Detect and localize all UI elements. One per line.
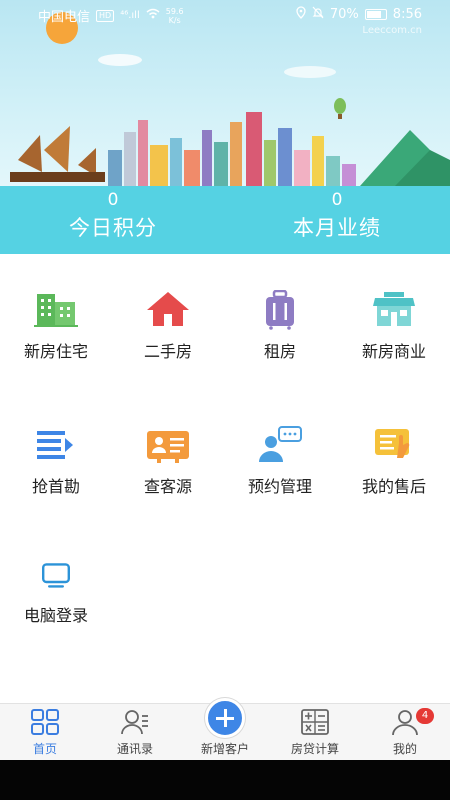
menu-label: 电脑登录 bbox=[23, 606, 88, 625]
signal-icon: ⁴⁶.ıll bbox=[120, 10, 140, 21]
tab-label: 房贷计算 bbox=[290, 742, 339, 756]
month-performance-stat[interactable]: 0 本月业绩 bbox=[257, 189, 417, 242]
menu-first-survey[interactable]: 抢首勘 bbox=[0, 425, 112, 497]
menu-customer-source[interactable]: 查客源 bbox=[112, 425, 224, 497]
suitcase-icon bbox=[266, 290, 294, 330]
menu-pc-login[interactable]: 电脑登录 bbox=[0, 562, 112, 626]
menu-new-house-commercial[interactable]: 新房商业 bbox=[338, 290, 450, 362]
today-points-label: 今日积分 bbox=[69, 216, 157, 240]
clock-time: 8:56 bbox=[392, 7, 422, 22]
tab-label: 新增客户 bbox=[200, 742, 249, 756]
wifi-icon bbox=[146, 8, 160, 23]
header-banner: 0 今日积分 0 本月业绩 bbox=[0, 0, 450, 254]
tab-mortgage-calculator[interactable]: 房贷计算 bbox=[270, 704, 360, 761]
speed-value: 59.6 bbox=[165, 6, 184, 16]
carrier-name: 中国电信 bbox=[38, 10, 91, 25]
menu-rent[interactable]: 租房 bbox=[224, 290, 336, 362]
tab-label: 首页 bbox=[32, 742, 57, 756]
status-bar: 中国电信 HD ⁴⁶.ıll 59.6 K/s 70% 8:56 bbox=[0, 0, 450, 28]
menu-label: 查客源 bbox=[143, 477, 192, 496]
building-icon bbox=[34, 294, 78, 327]
house-icon bbox=[147, 292, 189, 326]
tab-contacts[interactable]: 通讯录 bbox=[90, 704, 180, 761]
grid-icon bbox=[31, 709, 59, 735]
network-speed: 59.6 K/s bbox=[166, 7, 184, 25]
menu-label: 我的售后 bbox=[361, 477, 426, 496]
location-icon bbox=[296, 6, 306, 23]
month-performance-label: 本月业绩 bbox=[293, 216, 381, 240]
tab-home[interactable]: 首页 bbox=[0, 704, 90, 761]
monitor-icon bbox=[42, 563, 70, 588]
menu-label: 新房住宅 bbox=[23, 342, 88, 361]
hd-badge: HD bbox=[96, 9, 115, 22]
menu-label: 抢首勘 bbox=[31, 477, 80, 496]
store-icon bbox=[373, 292, 415, 326]
speed-unit: K/s bbox=[168, 15, 181, 25]
user-chat-icon bbox=[259, 426, 302, 462]
user-icon bbox=[392, 710, 418, 736]
list-arrow-icon bbox=[37, 431, 73, 459]
menu-label: 预约管理 bbox=[247, 477, 312, 496]
contacts-icon bbox=[121, 710, 148, 735]
id-card-icon bbox=[147, 431, 189, 463]
menu-appointment-management[interactable]: 预约管理 bbox=[224, 425, 336, 497]
calculator-icon bbox=[301, 709, 329, 735]
menu-label: 二手房 bbox=[143, 342, 192, 361]
menu-my-after-sales[interactable]: 我的售后 bbox=[338, 425, 450, 497]
today-points-stat[interactable]: 0 今日积分 bbox=[33, 189, 193, 242]
tab-me[interactable]: 4 我的 bbox=[360, 704, 450, 761]
add-customer-plus-button[interactable] bbox=[205, 698, 245, 738]
battery-percent: 70% bbox=[329, 7, 359, 22]
battery-icon bbox=[364, 9, 387, 20]
menu-label: 租房 bbox=[263, 342, 296, 361]
tab-label: 我的 bbox=[392, 742, 417, 756]
menu-new-house-residential[interactable]: 新房住宅 bbox=[0, 290, 112, 362]
month-performance-value: 0 bbox=[331, 190, 343, 210]
tab-label: 通讯录 bbox=[116, 742, 153, 756]
doc-hand-icon bbox=[375, 429, 410, 458]
menu-label: 新房商业 bbox=[361, 342, 426, 361]
today-points-value: 0 bbox=[107, 190, 119, 210]
system-navigation-bar bbox=[0, 760, 450, 800]
mute-icon bbox=[312, 6, 324, 23]
menu-second-hand-house[interactable]: 二手房 bbox=[112, 290, 224, 362]
notification-badge: 4 bbox=[416, 708, 434, 724]
